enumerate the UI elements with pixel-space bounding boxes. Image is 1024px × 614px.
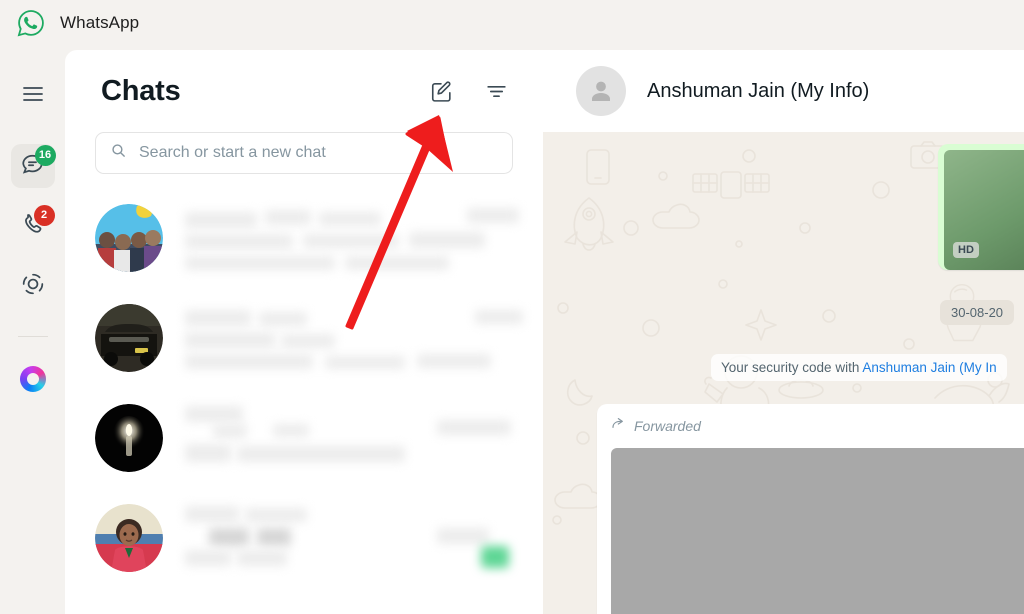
message-preview-redacted bbox=[209, 528, 249, 546]
contact-name-redacted bbox=[319, 212, 381, 226]
list-item[interactable] bbox=[65, 288, 543, 388]
default-person-avatar-icon[interactable] bbox=[576, 66, 626, 116]
message-preview-redacted bbox=[185, 234, 293, 249]
contact-name-redacted bbox=[265, 210, 311, 225]
message-preview-redacted bbox=[185, 354, 313, 369]
list-item-content bbox=[185, 404, 523, 472]
forwarded-label-row: Forwarded bbox=[611, 416, 1024, 435]
message-preview-redacted bbox=[185, 444, 231, 462]
rail-divider bbox=[17, 336, 48, 337]
contact-name-redacted bbox=[245, 508, 307, 522]
chat-list bbox=[65, 188, 543, 588]
security-message-contact-link[interactable]: Anshuman Jain (My In bbox=[862, 360, 996, 375]
contact-name-redacted bbox=[213, 424, 247, 438]
dark-candle-avatar[interactable] bbox=[95, 404, 163, 472]
contact-name-redacted bbox=[259, 312, 307, 326]
chat-list-header: Chats bbox=[65, 50, 543, 132]
chat-list-panel: Chats bbox=[65, 50, 543, 614]
new-chat-compose-icon[interactable] bbox=[429, 79, 454, 104]
list-item-content bbox=[185, 204, 523, 272]
message-preview-redacted bbox=[237, 550, 287, 566]
sidebar-item-status[interactable] bbox=[11, 264, 55, 308]
timestamp-redacted bbox=[467, 208, 519, 223]
forwarded-media-placeholder[interactable] bbox=[611, 448, 1024, 614]
meta-ai-icon bbox=[19, 366, 46, 392]
security-message-prefix: Your security code with bbox=[721, 360, 863, 375]
unread-count-badge-redacted bbox=[481, 546, 509, 568]
search-icon bbox=[110, 142, 127, 164]
woman-photo-avatar[interactable] bbox=[95, 504, 163, 572]
car-photo-avatar[interactable] bbox=[95, 304, 163, 372]
contact-name-redacted bbox=[185, 406, 243, 422]
message-preview-redacted bbox=[417, 354, 491, 368]
contact-name-redacted bbox=[185, 506, 239, 522]
message-preview-redacted bbox=[325, 356, 405, 369]
left-navigation-rail: 16 2 bbox=[0, 46, 65, 614]
chat-list-actions bbox=[429, 79, 509, 104]
status-icon bbox=[20, 271, 46, 302]
search-box[interactable] bbox=[95, 132, 513, 174]
hamburger-menu-icon[interactable] bbox=[11, 72, 55, 116]
message-preview-redacted bbox=[303, 234, 399, 248]
list-item[interactable] bbox=[65, 188, 543, 288]
timestamp-redacted bbox=[437, 528, 489, 544]
search-input[interactable] bbox=[139, 144, 498, 162]
whatsapp-desktop-window: WhatsApp 16 2 Chats Search or start a ne… bbox=[0, 0, 1024, 614]
whatsapp-logo-icon bbox=[16, 8, 46, 38]
message-preview-redacted bbox=[257, 528, 291, 546]
forwarded-message-bubble[interactable]: Forwarded bbox=[597, 404, 1024, 614]
conversation-header[interactable]: Anshuman Jain (My Info) bbox=[543, 50, 1024, 132]
list-item-content bbox=[185, 304, 523, 372]
contact-name-redacted bbox=[185, 310, 251, 326]
message-preview-redacted bbox=[237, 446, 405, 462]
message-preview-redacted bbox=[185, 550, 231, 566]
timestamp-redacted bbox=[475, 310, 523, 324]
search-area bbox=[65, 132, 543, 174]
contact-name-redacted bbox=[273, 424, 309, 437]
filter-chats-icon[interactable] bbox=[484, 79, 509, 104]
outgoing-media-message[interactable]: HD bbox=[938, 144, 1024, 270]
hd-quality-badge: HD bbox=[953, 242, 979, 258]
forwarded-arrow-icon bbox=[611, 416, 627, 435]
sidebar-item-chats[interactable]: 16 bbox=[10, 144, 56, 188]
group-photo-avatar[interactable] bbox=[95, 204, 163, 272]
conversation-message-area: HD 30-08-20 Your security code with Ansh… bbox=[543, 132, 1024, 614]
list-item[interactable] bbox=[65, 488, 543, 588]
conversation-contact-name: Anshuman Jain (My Info) bbox=[647, 79, 870, 102]
message-preview-redacted bbox=[185, 256, 335, 270]
forwarded-label: Forwarded bbox=[634, 417, 701, 434]
message-preview-redacted bbox=[281, 334, 335, 348]
list-item-content bbox=[185, 504, 523, 572]
sidebar-item-calls[interactable]: 2 bbox=[11, 204, 55, 248]
conversation-panel: Anshuman Jain (My Info) HD 30-08-20 Your… bbox=[543, 50, 1024, 614]
message-preview-redacted bbox=[185, 332, 275, 348]
title-bar: WhatsApp bbox=[0, 0, 1024, 46]
sidebar-item-meta-ai[interactable] bbox=[11, 357, 55, 401]
timestamp-redacted bbox=[437, 420, 511, 435]
media-thumbnail: HD bbox=[944, 150, 1024, 270]
security-code-system-message: Your security code with Anshuman Jain (M… bbox=[711, 354, 1007, 381]
message-preview-redacted bbox=[409, 232, 485, 248]
contact-name-redacted bbox=[185, 212, 257, 228]
calls-missed-badge: 2 bbox=[33, 205, 55, 226]
chats-unread-badge: 16 bbox=[34, 145, 56, 166]
list-item[interactable] bbox=[65, 388, 543, 488]
app-title: WhatsApp bbox=[60, 13, 140, 32]
page-title: Chats bbox=[101, 74, 181, 107]
date-separator-chip: 30-08-20 bbox=[940, 300, 1015, 325]
message-preview-redacted bbox=[345, 256, 449, 270]
